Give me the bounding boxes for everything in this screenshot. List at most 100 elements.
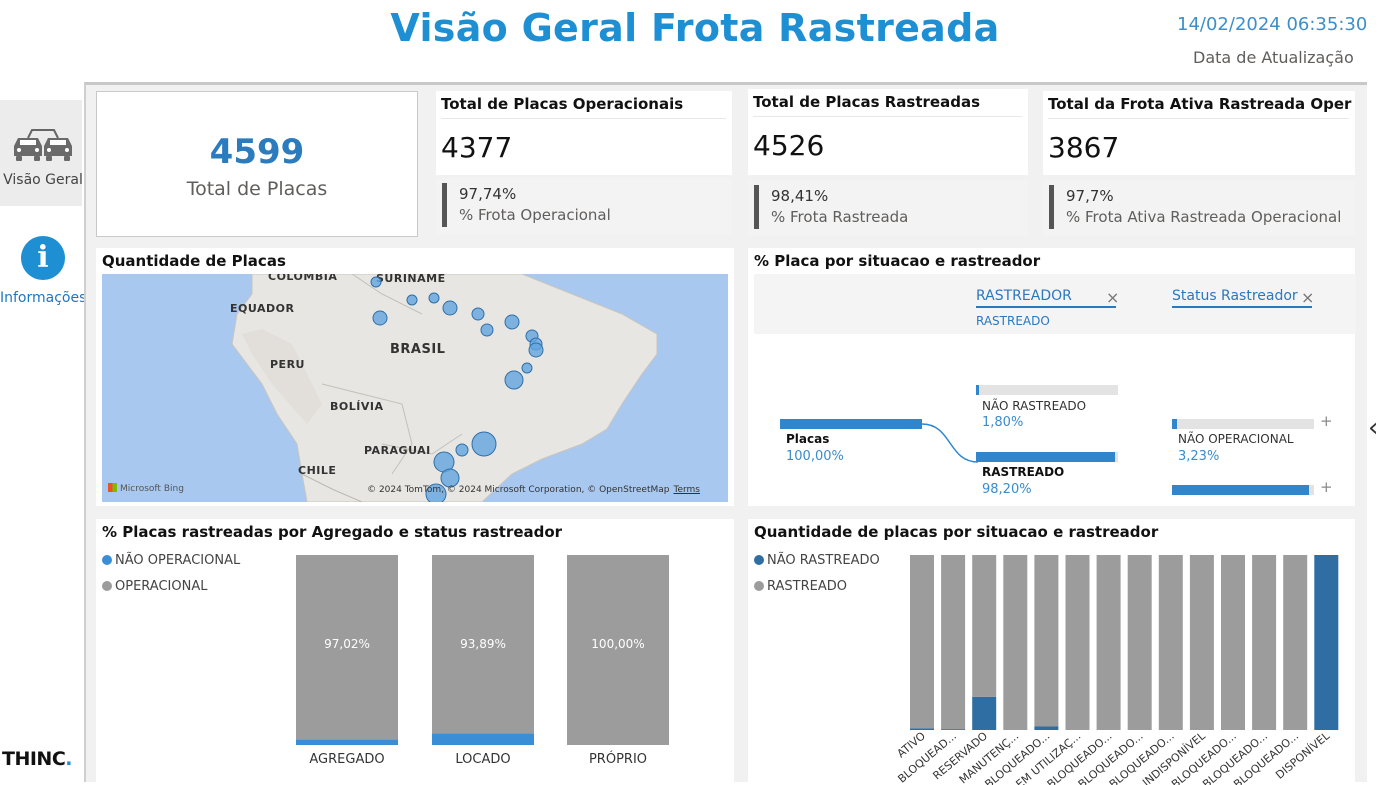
map-bubble[interactable]	[480, 323, 494, 337]
kpi-operacionais-pct-label: % Frota Operacional	[459, 206, 611, 224]
map-panel[interactable]: Quantidade de Placas COLÔMBIA SURINAME E…	[96, 248, 734, 506]
bar-não-rastreado[interactable]	[972, 696, 997, 730]
chart-agregado-svg: 97,02% AGREGADO 93,89% LOCADO 100,00% PRÓPRIO	[296, 555, 669, 767]
kpi-rastreadas-pct-label: % Frota Rastreada	[771, 208, 909, 226]
kpi-operacionais-card[interactable]: Total de Placas Operacionais 4377	[436, 91, 732, 175]
bar-não-operacional[interactable]	[296, 739, 398, 745]
kpi-rastreadas-value: 4526	[753, 129, 825, 162]
decomposition-panel[interactable]: % Placa por situacao e rastreador RASTRE…	[748, 248, 1356, 506]
kpi-ativa-pct-label: % Frota Ativa Rastreada Operacional	[1066, 208, 1342, 226]
bar-rastreado[interactable]	[972, 555, 997, 697]
bar-não-rastreado[interactable]	[910, 728, 934, 730]
map-credit-text: © 2024 TomTom, © 2024 Microsoft Corporat…	[367, 485, 670, 495]
map-bubble[interactable]	[442, 300, 458, 316]
bar-não-operacional[interactable]	[432, 733, 534, 745]
bar-rastreado[interactable]	[1065, 555, 1090, 730]
decomp-node-fill	[976, 385, 979, 395]
map-bubble[interactable]	[521, 362, 533, 374]
map-bubble[interactable]	[504, 314, 520, 330]
bar-rastreado[interactable]	[1127, 555, 1152, 730]
map-bubble[interactable]	[455, 443, 469, 457]
close-icon[interactable]: ×	[1301, 288, 1314, 307]
kpi-accent-bar	[442, 183, 447, 227]
bing-logo: Microsoft Bing	[108, 483, 184, 494]
nav-informacoes[interactable]: i Informações	[0, 236, 86, 306]
decomp-node-bar[interactable]	[1172, 485, 1314, 495]
update-label: Data de Atualização	[1193, 48, 1354, 67]
decomp-root-value: 100,00%	[786, 449, 844, 464]
brand-logo: THINC.	[2, 748, 72, 770]
kpi-total-value: 4599	[209, 132, 305, 172]
kpi-ativa-pct-card: 97,7% % Frota Ativa Rastreada Operaciona…	[1043, 180, 1355, 236]
x-tick-label: PRÓPRIO	[589, 751, 647, 767]
map-terms-link[interactable]: Terms	[673, 485, 700, 495]
nav-informacoes-label: Informações	[0, 290, 87, 306]
map-bubble[interactable]	[471, 431, 497, 457]
close-icon[interactable]: ×	[1106, 288, 1119, 307]
decomp-node-bar[interactable]	[976, 452, 1118, 462]
update-datetime: 14/02/2024 06:35:30	[1177, 14, 1368, 35]
decomp-col-rastreador[interactable]: RASTREADOR	[976, 288, 1116, 308]
map-title: Quantidade de Placas	[102, 252, 286, 270]
kpi-operacionais-pct-card: 97,74% % Frota Operacional	[436, 178, 732, 234]
decomp-root-bar[interactable]	[780, 419, 922, 429]
kpi-operacionais-title: Total de Placas Operacionais	[441, 95, 684, 113]
bar-rastreado[interactable]	[1096, 555, 1121, 730]
nav-visao-geral[interactable]: Visão Geral	[0, 124, 86, 188]
kpi-accent-bar	[1049, 185, 1054, 229]
chevron-left-icon[interactable]: ‹	[1368, 413, 1378, 443]
decomp-root-label: Placas	[786, 432, 830, 446]
bar-não-rastreado[interactable]	[941, 729, 966, 730]
kpi-ativa-card[interactable]: Total da Frota Ativa Rastreada Operaci..…	[1043, 91, 1355, 175]
map-view[interactable]: COLÔMBIA SURINAME EQUADOR BRASIL PERU BO…	[102, 274, 728, 502]
bar-rastreado[interactable]	[1252, 555, 1277, 730]
map-bubble[interactable]	[370, 276, 382, 288]
bar-rastreado[interactable]	[1003, 555, 1028, 730]
decomp-node-label: RASTREADO	[982, 465, 1065, 479]
bar-rastreado[interactable]	[910, 555, 934, 729]
kpi-operacionais-value: 4377	[441, 131, 513, 164]
decomp-title: % Placa por situacao e rastreador	[754, 252, 1041, 270]
map-credit: © 2024 TomTom, © 2024 Microsoft Corporat…	[367, 485, 700, 495]
kpi-rastreadas-pct: 98,41%	[771, 187, 829, 205]
bar-não-rastreado[interactable]	[1314, 555, 1339, 730]
nav-visao-geral-label: Visão Geral	[3, 172, 83, 188]
bar-rastreado[interactable]	[1158, 555, 1183, 730]
divider	[1048, 118, 1349, 119]
decomp-connector	[922, 423, 978, 463]
kpi-ativa-title: Total da Frota Ativa Rastreada Operaci..…	[1048, 95, 1352, 113]
decomp-node-fill	[1172, 485, 1310, 495]
decomp-node-fill	[976, 452, 1116, 462]
decomp-col-status[interactable]: Status Rastreador	[1172, 288, 1312, 308]
decomp-node-value: 3,23%	[1178, 449, 1220, 464]
map-bubble[interactable]	[406, 294, 418, 306]
kpi-ativa-value: 3867	[1048, 131, 1120, 164]
map-bubble[interactable]	[428, 292, 440, 304]
map-bubble[interactable]	[372, 310, 388, 326]
bar-rastreado[interactable]	[941, 555, 966, 730]
map-bubble[interactable]	[504, 370, 524, 390]
bar-rastreado[interactable]	[1221, 555, 1245, 730]
chart-situacao-title: Quantidade de placas por situacao e rast…	[754, 523, 1159, 541]
kpi-rastreadas-pct-card: 98,41% % Frota Rastreada	[748, 180, 1028, 236]
expand-icon[interactable]: +	[1320, 478, 1333, 496]
decomp-node-bar[interactable]	[976, 385, 1118, 395]
bar-rastreado[interactable]	[1034, 555, 1059, 727]
bar-rastreado[interactable]	[1189, 555, 1214, 730]
decomp-node-value: 98,20%	[982, 482, 1032, 497]
decomp-node-bar[interactable]	[1172, 419, 1314, 429]
bar-rastreado[interactable]	[1283, 555, 1308, 730]
decomp-node-label: NÃO OPERACIONAL	[1178, 432, 1294, 446]
decomp-node-fill	[1172, 419, 1177, 429]
kpi-rastreadas-card[interactable]: Total de Placas Rastreadas 4526	[748, 89, 1028, 175]
map-bubble[interactable]	[471, 307, 485, 321]
map-bubble[interactable]	[528, 342, 544, 358]
bar-não-rastreado[interactable]	[1034, 726, 1059, 731]
kpi-total-placas[interactable]: 4599 Total de Placas	[96, 91, 418, 237]
chart-agregado-panel[interactable]: % Placas rastreadas por Agregado e statu…	[96, 519, 734, 785]
expand-icon[interactable]: +	[1320, 412, 1333, 430]
chart-situacao-panel[interactable]: Quantidade de placas por situacao e rast…	[748, 519, 1355, 785]
info-icon: i	[21, 236, 65, 280]
x-tick-label: AGREGADO	[309, 752, 384, 767]
decomp-col-rastreador-sub: RASTREADO	[976, 314, 1050, 328]
